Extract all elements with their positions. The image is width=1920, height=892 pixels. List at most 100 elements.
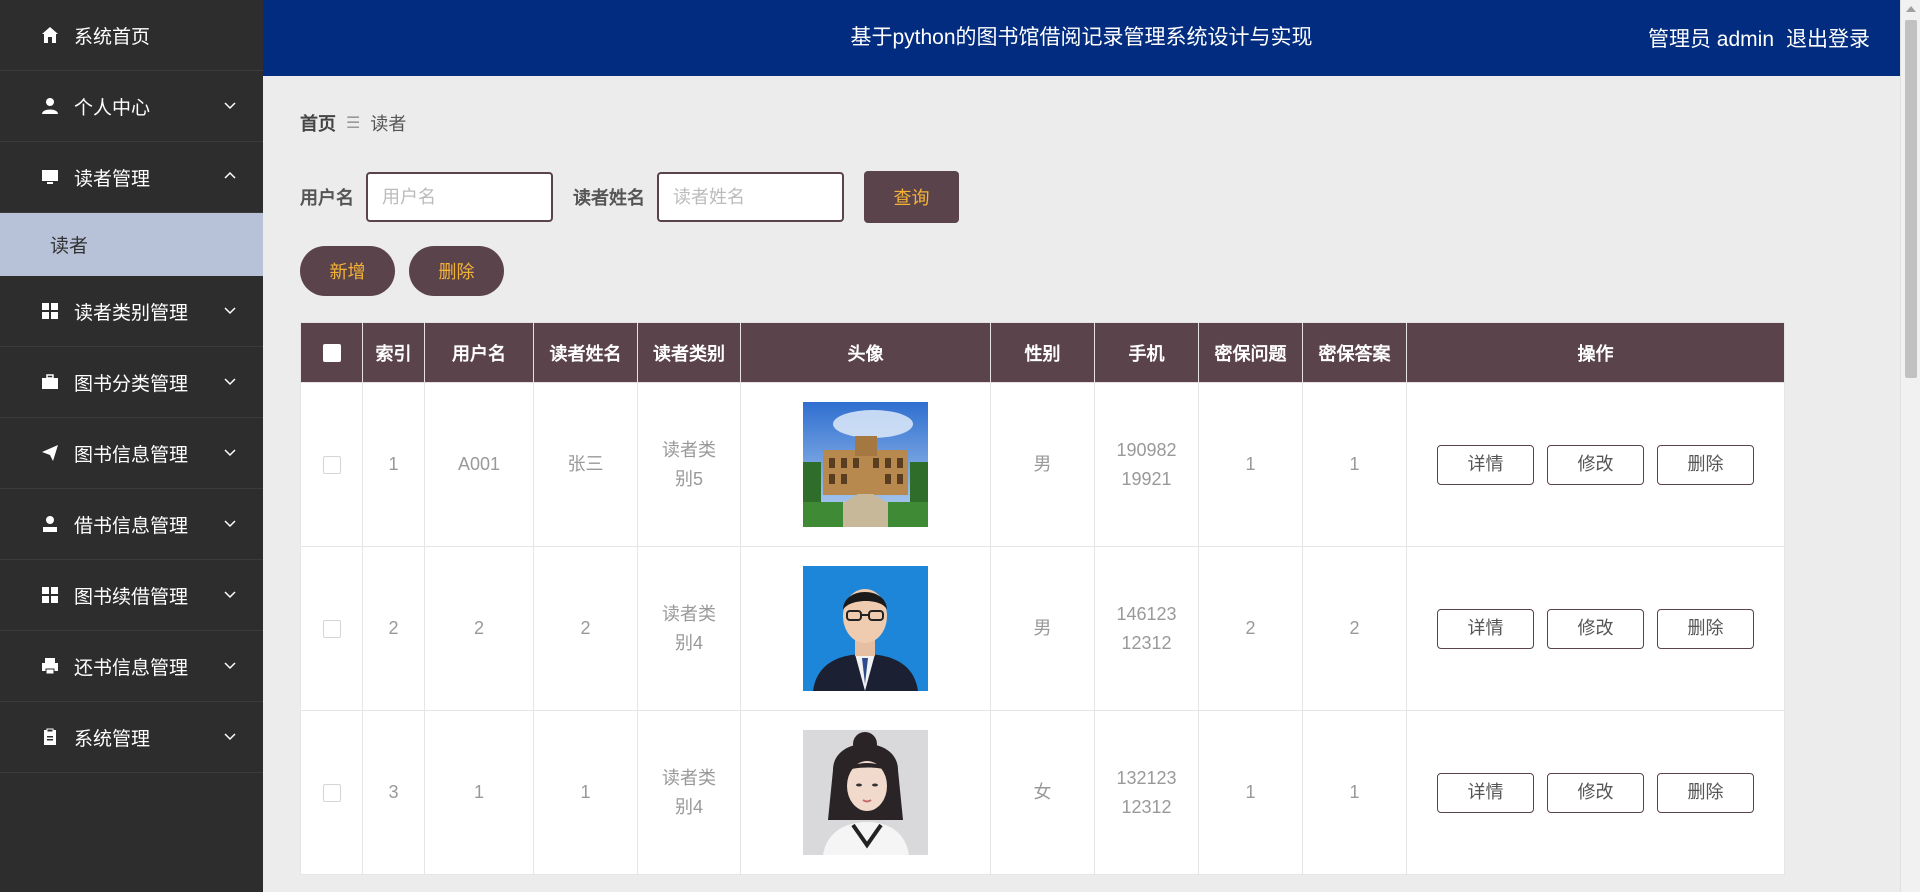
cell-username: 2 [424,546,534,711]
cell-phone: 13212312312 [1116,767,1177,817]
sidebar-item-reader-management[interactable]: 读者管理 [0,142,263,213]
breadcrumb-home[interactable]: 首页 [300,110,336,136]
header-user-area: 管理员 admin 退出登录 [1648,0,1870,76]
sidebar-item-profile[interactable]: 个人中心 [0,71,263,142]
sidebar-item-label: 图书续借管理 [74,586,189,608]
cell-question: 1 [1198,710,1303,875]
username-input[interactable] [366,172,553,222]
column-header-name: 读者姓名 [533,322,638,383]
avatar-building-photo [803,402,928,527]
select-all-cell[interactable] [300,322,363,383]
sidebar-item-return[interactable]: 还书信息管理 [0,631,263,702]
grid-icon [40,301,60,321]
reader-name-label: 读者姓名 [573,188,645,208]
table-row: 1 A001 张三 读者类别5 男 19098219921 1 1 详情 修改 … [300,382,1785,547]
sidebar-item-book-info[interactable]: 图书信息管理 [0,418,263,489]
chevron-down-icon [224,378,236,386]
chevron-down-icon [224,449,236,457]
chevron-up-icon [224,171,236,179]
home-icon [40,25,60,45]
row-operations: 详情 修改 删除 [1408,608,1783,649]
chevron-down-icon [224,591,236,599]
top-header: 基于python的图书馆借阅记录管理系统设计与实现 管理员 admin 退出登录 [263,0,1900,76]
delete-button[interactable]: 删除 [1657,608,1754,649]
sidebar-item-label: 读者管理 [74,168,151,190]
cell-answer: 1 [1302,382,1407,547]
row-checkbox[interactable] [322,456,341,475]
page-scrollbar[interactable] [1900,0,1920,892]
sidebar-subitem-label: 读者 [50,236,89,257]
sidebar-item-reader-category[interactable]: 读者类别管理 [0,276,263,347]
delete-button[interactable]: 删除 [1657,772,1754,813]
add-button[interactable]: 新增 [300,246,395,296]
detail-button[interactable]: 详情 [1437,608,1534,649]
breadcrumb-current: 读者 [370,114,407,134]
logout-link[interactable]: 退出登录 [1786,23,1870,53]
row-checkbox[interactable] [322,620,341,639]
sidebar-item-home[interactable]: 系统首页 [0,0,263,71]
search-bar: 用户名 读者姓名 查询 [300,171,959,223]
sidebar-item-label: 读者类别管理 [74,302,189,324]
cell-name: 2 [533,546,638,711]
breadcrumb: 首页 ☰ 读者 [300,110,406,136]
sidebar-item-label: 系统首页 [74,26,151,48]
scroll-up-arrow-icon[interactable] [1906,6,1916,12]
detail-button[interactable]: 详情 [1437,772,1534,813]
cell-answer: 1 [1302,710,1407,875]
cell-phone: 14612312312 [1116,603,1177,653]
cell-question: 1 [1198,382,1303,547]
admin-label: 管理员 admin [1647,28,1774,51]
sidebar-subitem-reader[interactable]: 读者 [0,213,263,276]
scrollbar-thumb[interactable] [1905,20,1917,378]
edit-button[interactable]: 修改 [1547,444,1644,485]
cell-gender: 男 [990,546,1095,711]
chevron-down-icon [224,102,236,110]
row-checkbox[interactable] [322,784,341,803]
sidebar-item-label: 借书信息管理 [74,515,189,537]
sidebar-item-borrow-info[interactable]: 借书信息管理 [0,489,263,560]
cell-category: 读者类别4 [662,603,716,653]
batch-delete-button[interactable]: 删除 [409,246,504,296]
reader-table: 索引 用户名 读者姓名 读者类别 头像 性别 手机 密保问题 密保答案 操作 1… [300,322,1785,875]
column-header-operations: 操作 [1406,322,1785,383]
avatar-man-portrait-photo [803,566,928,691]
column-header-username: 用户名 [424,322,534,383]
edit-button[interactable]: 修改 [1547,772,1644,813]
printer-icon [40,656,60,676]
cell-gender: 男 [990,382,1095,547]
cell-index: 3 [362,710,425,875]
reader-name-input[interactable] [657,172,844,222]
cell-gender: 女 [990,710,1095,875]
grid-icon [40,585,60,605]
column-header-avatar: 头像 [740,322,991,383]
chevron-down-icon [224,733,236,741]
chevron-down-icon [224,307,236,315]
cell-username: A001 [424,382,534,547]
sidebar-item-label: 还书信息管理 [74,657,189,679]
cell-question: 2 [1198,546,1303,711]
delete-button[interactable]: 删除 [1657,444,1754,485]
select-all-checkbox[interactable] [322,344,341,363]
cell-name: 张三 [533,382,638,547]
cell-phone: 19098219921 [1116,439,1177,489]
detail-button[interactable]: 详情 [1437,444,1534,485]
row-operations: 详情 修改 删除 [1408,444,1783,485]
column-header-answer: 密保答案 [1302,322,1407,383]
column-header-index: 索引 [362,322,425,383]
sidebar-item-renew[interactable]: 图书续借管理 [0,560,263,631]
sidebar-item-book-category[interactable]: 图书分类管理 [0,347,263,418]
table-header-row: 索引 用户名 读者姓名 读者类别 头像 性别 手机 密保问题 密保答案 操作 [300,322,1785,383]
query-button[interactable]: 查询 [864,171,959,223]
sidebar-item-label: 图书分类管理 [74,373,189,395]
action-bar: 新增 删除 [300,246,504,296]
sidebar-item-label: 系统管理 [74,728,151,750]
sidebar: 系统首页 个人中心 读者管理 读者 读者类别管理 图书分类管理 图书信息管理 借… [0,0,263,892]
paper-plane-icon [40,443,60,463]
sidebar-item-system[interactable]: 系统管理 [0,702,263,773]
column-header-category: 读者类别 [637,322,741,383]
table-row: 3 1 1 读者类别4 女 13212312312 1 1 详情 修改 删除 [300,710,1785,875]
user-icon [40,96,60,116]
edit-button[interactable]: 修改 [1547,608,1644,649]
table-row: 2 2 2 读者类别4 男 14612312312 2 2 详情 修改 删除 [300,546,1785,711]
sidebar-item-label: 个人中心 [74,97,151,119]
